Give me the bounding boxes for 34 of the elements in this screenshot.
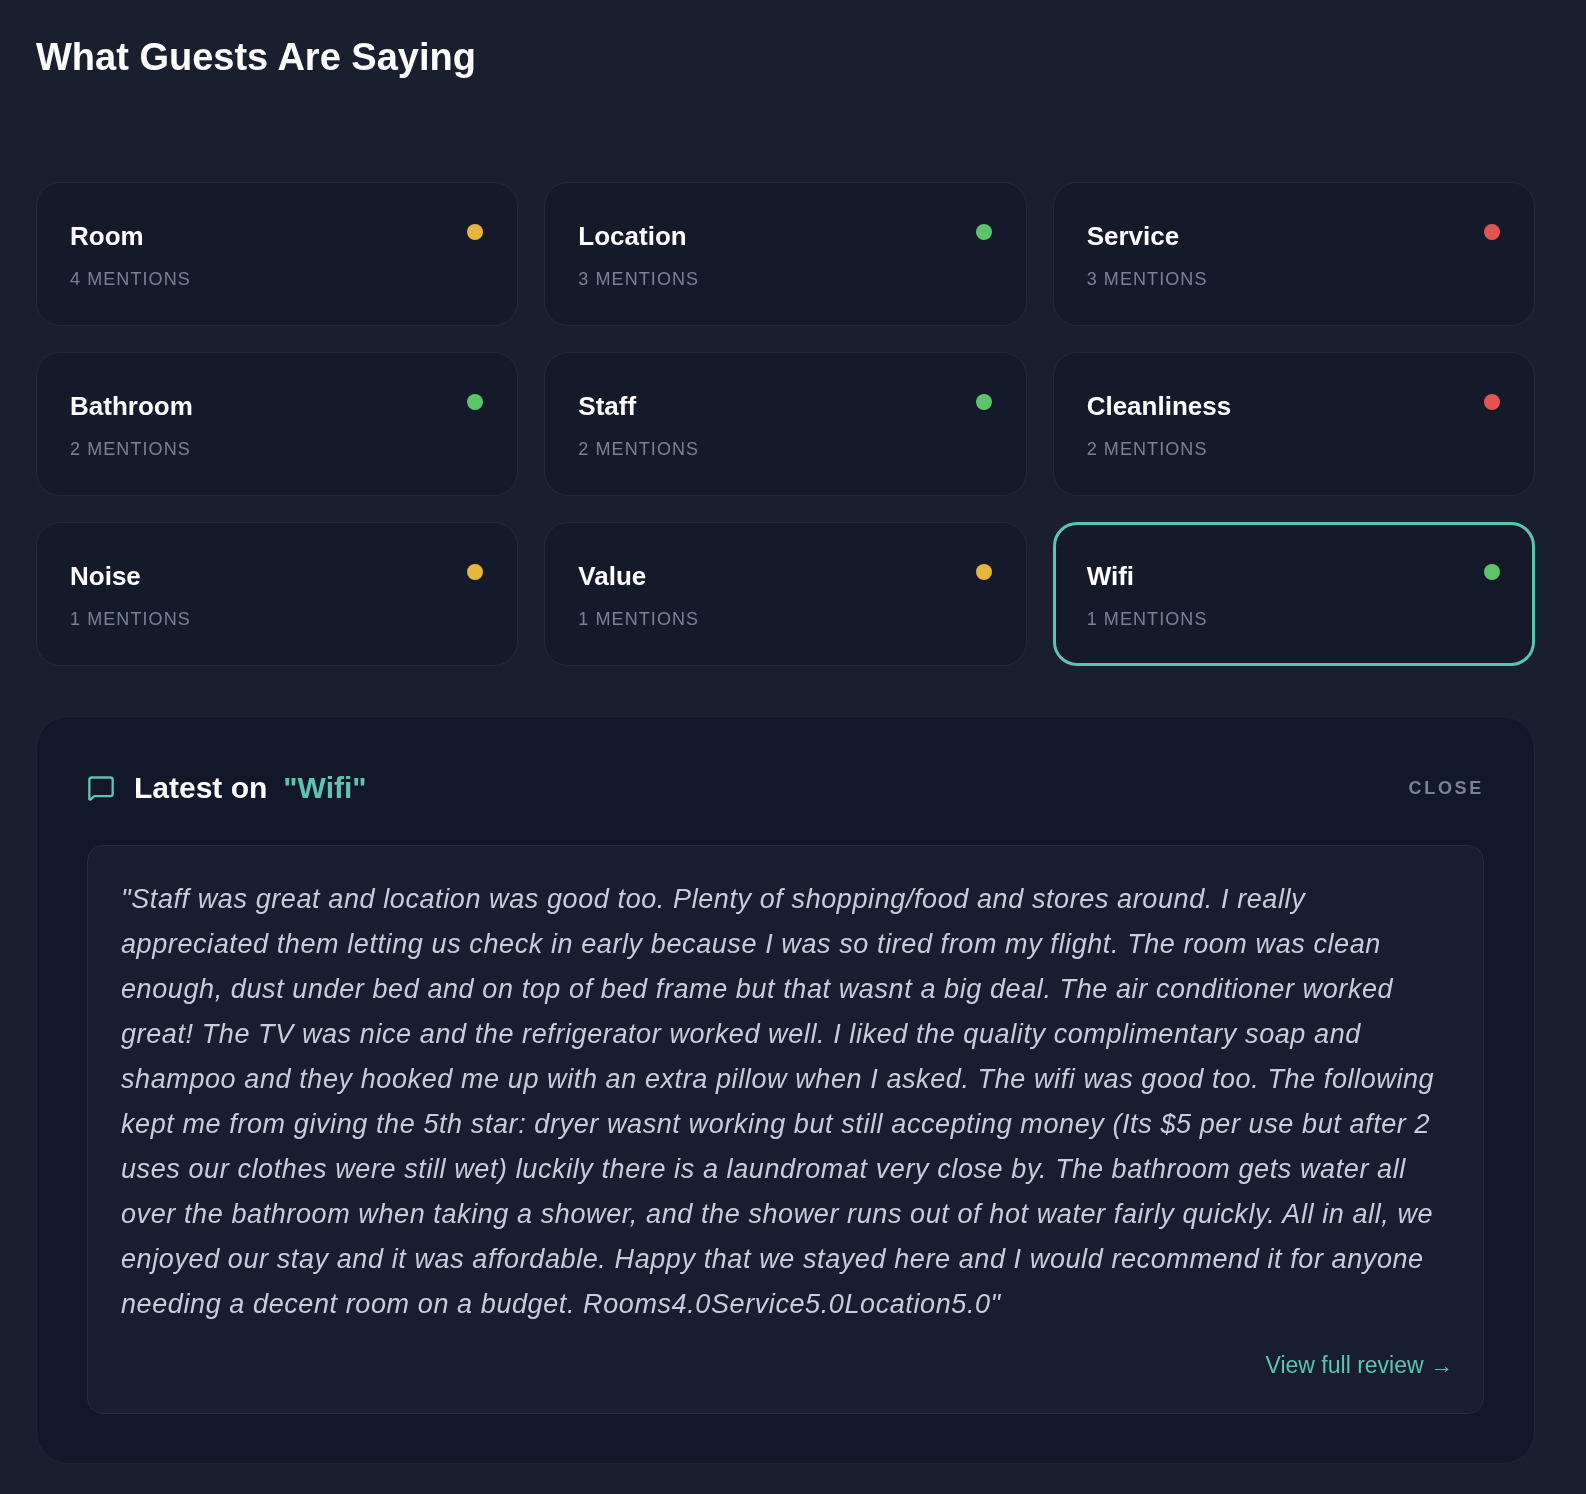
mention-count: 4 MENTIONS [70, 268, 191, 291]
topic-name: Cleanliness [1086, 390, 1232, 422]
mention-count: 2 MENTIONS [1086, 438, 1209, 461]
topic-name: Service [1086, 220, 1181, 252]
mention-count: 3 MENTIONS [578, 268, 700, 291]
topic-name: Wifi [1086, 560, 1136, 592]
topic-label: "Wifi" [283, 770, 367, 806]
topic-card[interactable]: Room 4 MENTIONS [36, 182, 519, 326]
topic-card[interactable]: Bathroom 2 MENTIONS [36, 352, 519, 496]
page-title: What Guests Are Saying [36, 35, 476, 80]
mention-count: 2 MENTIONS [70, 438, 192, 461]
close-button[interactable]: CLOSE [1408, 776, 1484, 800]
topic-name: Bathroom [70, 390, 193, 422]
topic-card[interactable]: Cleanliness 2 MENTIONS [1052, 352, 1535, 496]
review-quote: "Staff was great and location was good too. Plenty of shopping/food and stores around. I really appreciated them letting us check in early because I was so tired from my flight. The room was clean enough, dust under bed and on top of bed frame but that wasnt a big deal. The air conditioner worked great! The TV was nice and the refrigerator worked well. I liked the quality complimentary soap and shampoo and they hooked me up with an extra pillow when I asked. The wifi was good too. The following kept me from giving the 5th star: dryer wasnt working but still accepting money (Its $5 per use but after 2 uses our clothes were still wet) luckily there is a laundromat very close by. The bathroom gets water all over the bathroom when taking a shower, and the shower runs out of hot water fairly quickly. All in all, we enjoyed our stay and it was affordable. Happy that we stayed here and I would recommend it for anyone needing a decent room on a budget. Rooms4.0Service5.0Location5.0" [121, 883, 1436, 1321]
view-full-review-link[interactable]: View full review → [1265, 1351, 1453, 1379]
topic-card[interactable]: Value 1 MENTIONS [544, 522, 1027, 666]
topic-card[interactable]: Wifi 1 MENTIONS [1052, 522, 1535, 666]
topic-card[interactable]: Location 3 MENTIONS [544, 182, 1027, 326]
topic-name: Room [70, 220, 145, 252]
topic-card[interactable]: Noise 1 MENTIONS [36, 522, 519, 666]
mention-count: 1 MENTIONS [578, 608, 700, 631]
topic-card[interactable]: Staff 2 MENTIONS [544, 352, 1027, 496]
topic-name: Staff [578, 390, 638, 422]
speech-bubble-icon [87, 774, 115, 802]
mention-count: 2 MENTIONS [578, 438, 700, 461]
mention-count: 3 MENTIONS [1086, 268, 1208, 291]
topic-card[interactable]: Service 3 MENTIONS [1052, 182, 1535, 326]
mention-count: 1 MENTIONS [1086, 608, 1208, 631]
topic-name: Location [578, 220, 688, 252]
topic-name: Noise [70, 560, 142, 592]
topic-name: Value [578, 560, 648, 592]
mention-count: 1 MENTIONS [70, 608, 191, 631]
panel-heading: Latest on [134, 770, 268, 806]
